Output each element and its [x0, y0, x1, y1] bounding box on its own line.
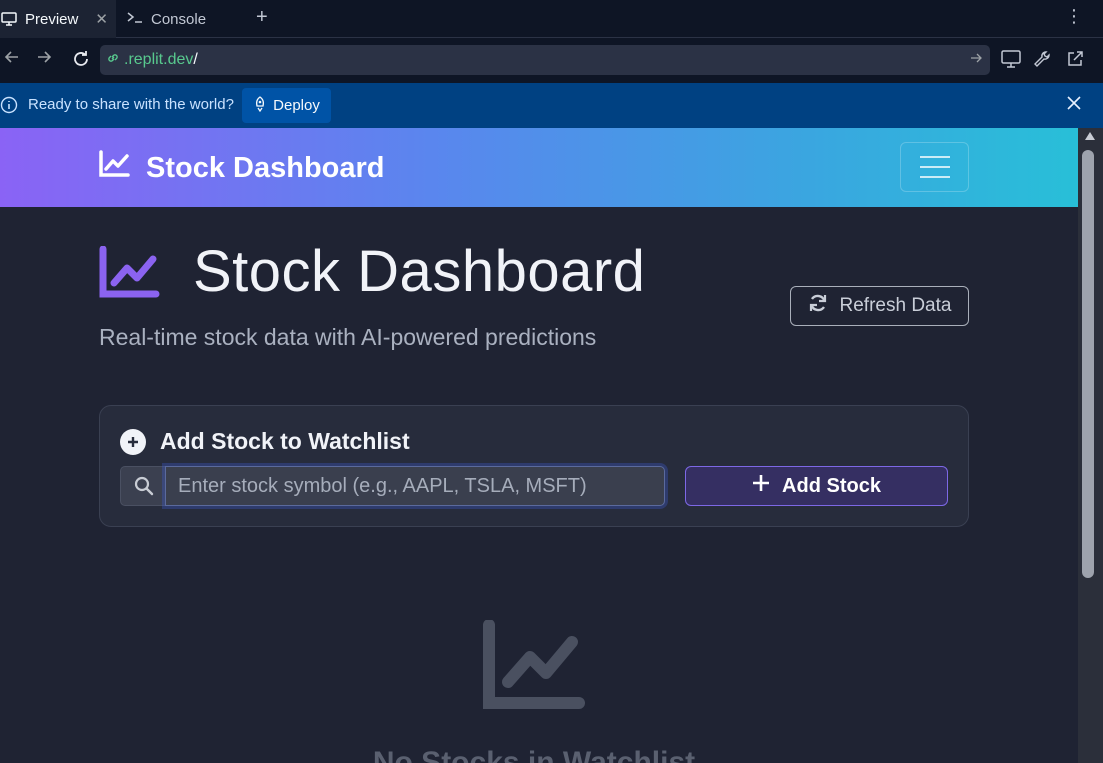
new-tab-button[interactable]: +: [256, 6, 268, 29]
url-path: /: [193, 51, 198, 68]
card-title: Add Stock to Watchlist: [120, 428, 410, 455]
add-stock-label: Add Stock: [782, 474, 881, 497]
deploy-button[interactable]: Deploy: [242, 88, 331, 123]
url-host: .replit.dev: [124, 51, 194, 68]
search-icon: [120, 466, 166, 506]
info-icon: [0, 96, 18, 119]
more-options-icon[interactable]: ⋮: [1065, 6, 1083, 27]
deploy-button-label: Deploy: [273, 97, 320, 114]
refresh-label: Refresh Data: [839, 295, 952, 316]
refresh-data-button[interactable]: Refresh Data: [790, 286, 969, 326]
tab-bar: Preview ✕ Console + ⋮: [0, 0, 1103, 38]
device-preview-icon[interactable]: [1001, 50, 1021, 73]
url-bar: .replit.dev /: [0, 38, 1103, 83]
chart-line-icon: [98, 245, 160, 305]
chart-line-icon: [98, 150, 130, 186]
close-icon[interactable]: ✕: [95, 10, 108, 28]
scroll-thumb[interactable]: [1082, 150, 1094, 578]
open-new-window-icon[interactable]: [1066, 50, 1084, 73]
deploy-message: Ready to share with the world?: [28, 96, 234, 113]
rocket-icon: [253, 95, 267, 116]
app-navbar: Stock Dashboard: [0, 128, 1078, 207]
terminal-icon: [127, 10, 143, 28]
navbar-brand[interactable]: Stock Dashboard: [98, 150, 385, 186]
tab-label: Console: [151, 10, 207, 28]
scroll-up-arrow-icon[interactable]: [1085, 132, 1095, 140]
page-subtitle: Real-time stock data with AI-powered pre…: [99, 324, 597, 350]
app-viewport: Stock Dashboard Stock Dashboard Real-tim…: [0, 128, 1078, 763]
refresh-icon: [808, 293, 828, 319]
back-arrow-icon[interactable]: [4, 49, 20, 70]
empty-state-title: No Stocks in Watchlist: [372, 746, 696, 763]
brand-label: Stock Dashboard: [146, 151, 385, 184]
page-scrollbar[interactable]: [1078, 128, 1103, 763]
url-input[interactable]: .replit.dev /: [100, 45, 990, 75]
plus-icon: [752, 474, 770, 498]
hamburger-line: [919, 176, 950, 178]
tab-label: Preview: [25, 10, 79, 28]
forward-arrow-icon[interactable]: [36, 49, 52, 70]
close-banner-icon[interactable]: [1067, 96, 1081, 115]
link-icon: [106, 51, 120, 70]
go-arrow-icon[interactable]: [970, 51, 982, 69]
reload-icon[interactable]: [72, 50, 90, 73]
deploy-banner: Ready to share with the world? Deploy: [0, 83, 1103, 128]
hamburger-line: [919, 166, 950, 168]
card-title-label: Add Stock to Watchlist: [160, 428, 410, 454]
tab-console[interactable]: Console: [117, 0, 243, 38]
monitor-icon: [0, 11, 18, 27]
hamburger-line: [919, 156, 950, 158]
chart-line-icon: [482, 619, 586, 717]
add-stock-button[interactable]: Add Stock: [685, 466, 948, 506]
plus-circle-icon: [120, 428, 146, 455]
stock-symbol-input[interactable]: [165, 466, 665, 506]
add-stock-card: Add Stock to Watchlist Add Stock: [99, 405, 969, 527]
wrench-icon[interactable]: [1033, 50, 1053, 73]
tab-preview[interactable]: Preview ✕: [0, 0, 116, 38]
page-title: Stock Dashboard: [193, 239, 646, 304]
menu-toggle-button[interactable]: [900, 142, 969, 192]
